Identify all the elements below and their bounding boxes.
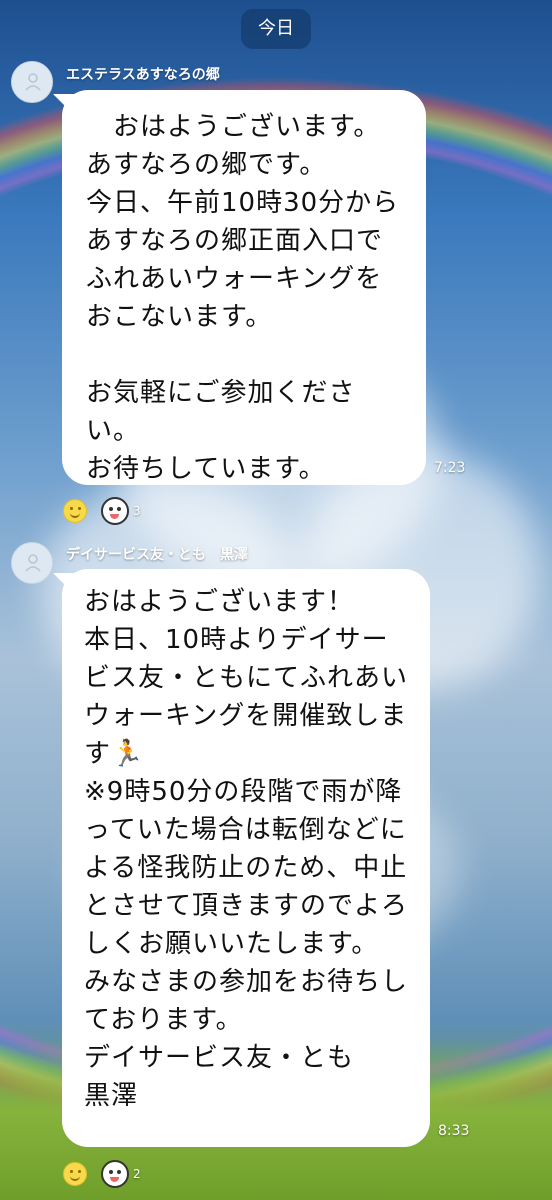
reaction-count: 3 — [133, 504, 141, 518]
sender-avatar[interactable] — [11, 542, 53, 584]
date-separator: 今日 — [241, 9, 311, 49]
reaction-count: 2 — [133, 1167, 141, 1181]
default-user-icon — [25, 73, 41, 91]
message-bubble[interactable]: おはようございます。 あすなろの郷です。 今日、午前10時30分から あすなろの… — [62, 90, 426, 485]
reaction-bar[interactable]: 2 — [63, 1160, 141, 1188]
reaction-bar[interactable]: 3 — [63, 497, 141, 525]
laugh-reaction-icon[interactable] — [101, 497, 129, 525]
sender-name: デイサービス友・とも 黒澤 — [66, 547, 248, 563]
sender-avatar[interactable] — [11, 61, 53, 103]
default-user-icon — [25, 554, 41, 572]
sender-name: エステラスあすなろの郷 — [66, 67, 220, 83]
add-reaction-icon[interactable] — [63, 499, 87, 523]
message-bubble[interactable]: おはようございます！ 本日、10時よりデイサービス友・ともにてふれあいウォーキン… — [62, 569, 430, 1147]
message-time: 8:33 — [438, 1123, 470, 1139]
add-reaction-icon[interactable] — [63, 1162, 87, 1186]
laugh-reaction-icon[interactable] — [101, 1160, 129, 1188]
message-time: 7:23 — [434, 460, 466, 476]
